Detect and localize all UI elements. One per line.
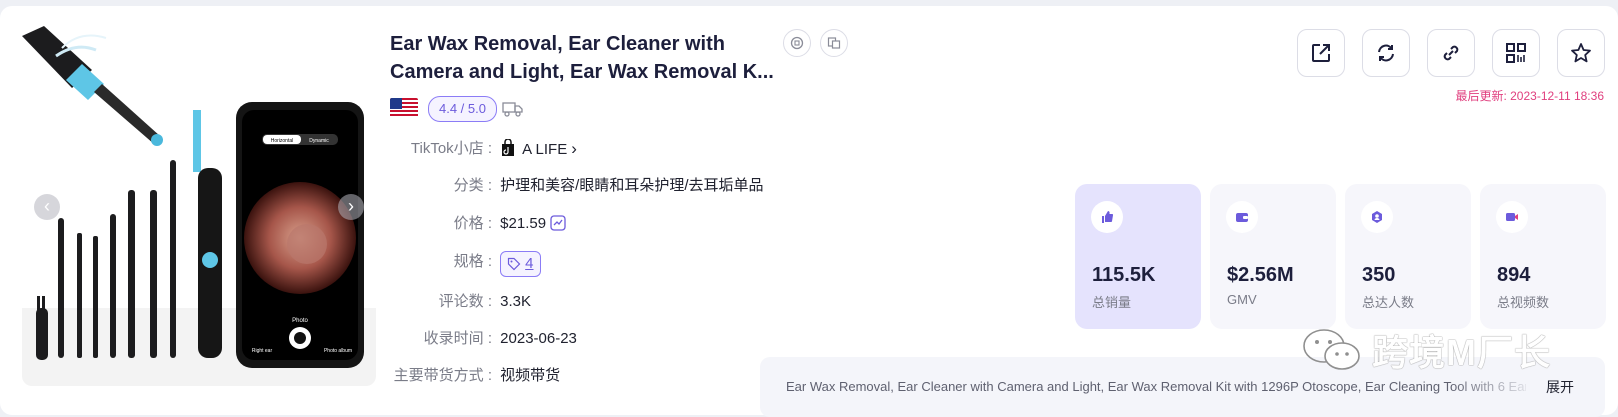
price-row: 价格 : $21.59 [390, 213, 566, 235]
phone-left-label: Right ear [252, 348, 273, 354]
shipping-truck-icon [502, 102, 523, 117]
star-icon [1571, 43, 1591, 63]
sales-method-row: 主要带货方式 : 视频带货 [390, 365, 561, 387]
stat-value: 350 [1362, 264, 1396, 286]
sales-method-value: 视频带货 [500, 367, 561, 384]
rating-badge: 4.4 / 5.0 [428, 96, 497, 122]
translate-button[interactable] [820, 29, 848, 57]
shop-link[interactable]: A LIFE › [500, 138, 577, 161]
stat-label: 总达人数 [1362, 295, 1415, 310]
stat-label: 总视频数 [1497, 295, 1550, 310]
wallet-icon [1236, 213, 1248, 222]
stat-value: $2.56M [1227, 264, 1294, 286]
watermark-text: 跨境M厂长 [1372, 332, 1551, 373]
watermark: 跨境M厂长 [1300, 324, 1551, 376]
phone-photo-label: Photo [292, 318, 308, 324]
spec-count: 4 [525, 255, 534, 272]
refresh-icon [1378, 44, 1394, 62]
last-updated: 最后更新: 2023-12-11 18:36 [1455, 89, 1604, 103]
shopping-bag-icon [502, 139, 515, 156]
category-row: 分类 : 护理和美容/眼睛和耳朵护理/去耳垢单品 [390, 175, 764, 197]
shop-label: TikTok小店 : [410, 140, 492, 157]
product-card: Horizontal Dynamic Photo Right ear Photo… [0, 6, 1618, 417]
indexed-value: 2023-06-23 [500, 330, 577, 347]
phone-tab-dynamic: Dynamic [309, 138, 329, 144]
stat-icon-wrap [1496, 201, 1528, 233]
price-label: 价格 : [453, 215, 492, 232]
copy-icon [790, 36, 804, 50]
stat-videos[interactable]: 894 总视频数 [1480, 184, 1606, 329]
stat-gmv[interactable]: $2.56M GMV [1210, 184, 1336, 329]
copy-link-button[interactable] [1427, 29, 1475, 77]
sales-method-label: 主要带货方式 : [393, 367, 492, 384]
tag-icon [508, 257, 521, 271]
thumbs-up-icon [1102, 211, 1114, 223]
qr-code-icon [1506, 43, 1526, 63]
category-label: 分类 : [453, 177, 492, 194]
copy-title-button[interactable] [783, 29, 811, 57]
indexed-row: 收录时间 : 2023-06-23 [390, 328, 577, 350]
indexed-label: 收录时间 : [423, 330, 492, 347]
stat-value: 894 [1497, 264, 1531, 286]
refresh-button[interactable] [1362, 29, 1410, 77]
spec-value: 4 [500, 251, 541, 277]
stat-icon-wrap [1226, 201, 1258, 233]
stat-value: 115.5K [1092, 264, 1156, 286]
reviews-row: 评论数 : 3.3K [390, 291, 531, 313]
price-amount: $21.59 [500, 215, 547, 232]
stat-total-sales[interactable]: 115.5K 总销量 [1075, 184, 1201, 329]
share-icon [1312, 44, 1330, 62]
phone-right-label: Photo album [324, 348, 352, 354]
favorite-button[interactable] [1557, 29, 1605, 77]
product-title-line2: Camera and Light, Ear Wax Removal K... [390, 61, 774, 83]
product-image: Horizontal Dynamic Photo Right ear Photo… [22, 18, 376, 386]
reviews-value: 3.3K [500, 293, 532, 310]
us-flag-icon [390, 98, 418, 118]
link-icon [1443, 45, 1459, 61]
stat-icon-wrap [1091, 201, 1123, 233]
stat-label: 总销量 [1092, 295, 1132, 310]
stat-label: GMV [1227, 292, 1257, 307]
product-title-line1: Ear Wax Removal, Ear Cleaner with [390, 33, 725, 55]
translate-icon [827, 37, 841, 49]
gallery-next-button[interactable]: › [338, 194, 364, 220]
description-text: Ear Wax Removal, Ear Cleaner with Camera… [786, 379, 1526, 394]
spec-badge[interactable]: 4 [500, 251, 541, 277]
spec-label: 规格 : [453, 253, 492, 270]
phone-tab-horizontal: Horizontal [271, 138, 294, 144]
price-value: $21.59 [500, 213, 566, 235]
expand-button[interactable]: 展开 [1546, 377, 1574, 397]
category-value: 护理和美容/眼睛和耳朵护理/去耳垢单品 [500, 177, 764, 194]
reviews-label: 评论数 : [438, 293, 492, 310]
video-icon [1506, 213, 1518, 221]
gallery-prev-button[interactable]: ‹ [34, 194, 60, 220]
chevron-right-icon: › [571, 139, 577, 158]
qr-code-button[interactable] [1492, 29, 1540, 77]
stat-icon-wrap [1361, 201, 1393, 233]
product-title[interactable]: Ear Wax Removal, Ear Cleaner with Camera… [390, 30, 785, 86]
price-trend-icon[interactable] [550, 215, 566, 231]
product-image-gallery[interactable]: Horizontal Dynamic Photo Right ear Photo… [22, 18, 376, 386]
share-button[interactable] [1297, 29, 1345, 77]
spec-row: 规格 : 4 [390, 251, 541, 277]
wechat-icon [1303, 329, 1360, 370]
influencer-icon [1372, 211, 1382, 223]
stat-influencers[interactable]: 350 总达人数 [1345, 184, 1471, 329]
shop-row: TikTok小店 : A LIFE › [390, 138, 577, 160]
shop-name: A LIFE [522, 141, 568, 158]
